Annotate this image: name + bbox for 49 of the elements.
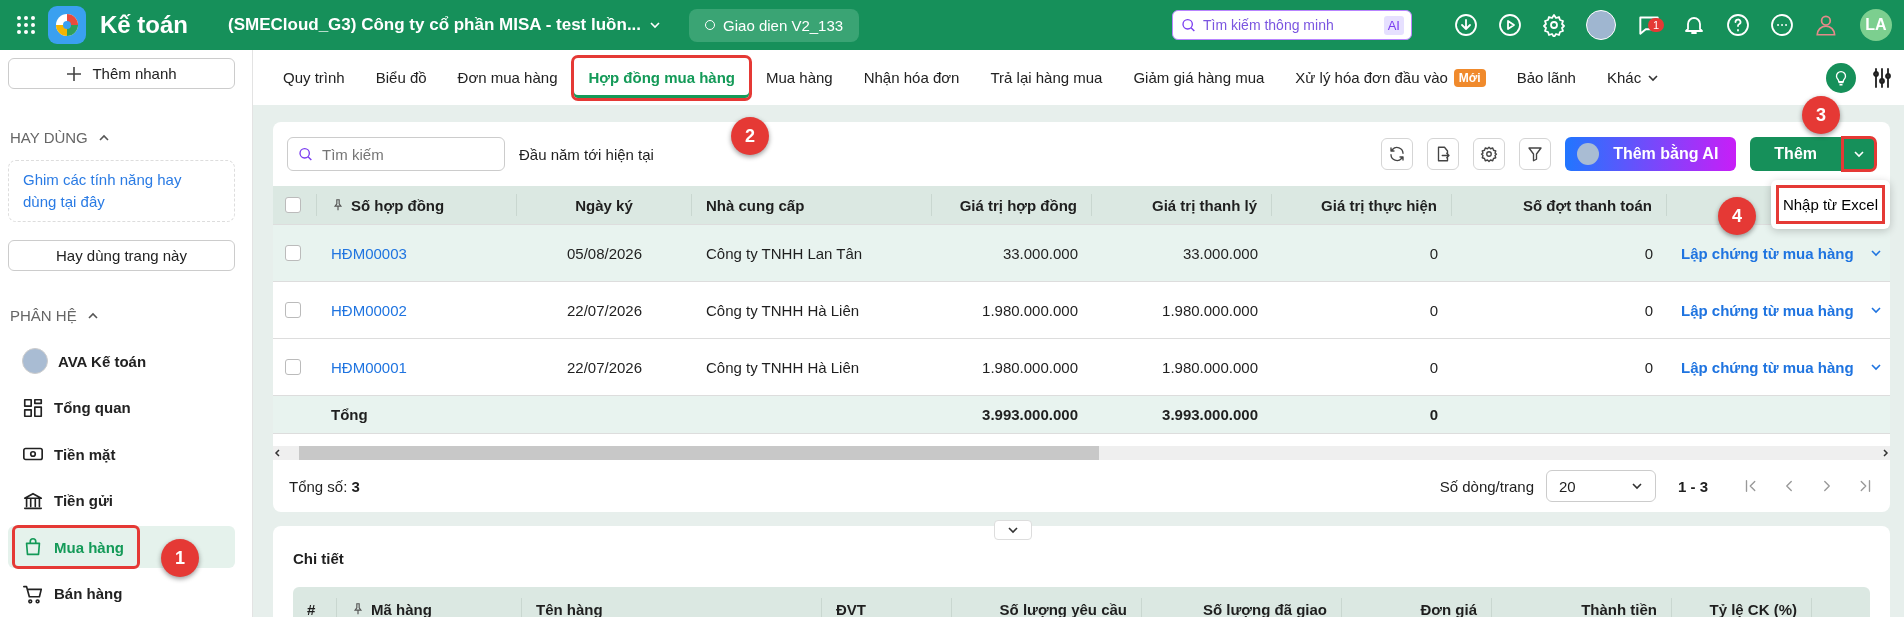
table-cell: Công ty TNHH Hà Liên [706, 358, 860, 376]
column-header: Số lượng đã giao [1142, 598, 1342, 617]
section-title: HAY DÙNG [10, 129, 88, 147]
column-header: Đơn giá [1342, 598, 1492, 617]
table-cell: 0 [1644, 244, 1653, 262]
table-cell: 0 [1644, 358, 1653, 376]
table-cell: 0 [1644, 301, 1653, 319]
new-badge: Mới [1453, 68, 1486, 87]
column-header: # [293, 598, 337, 617]
table-cell: 0 [1429, 301, 1438, 319]
total-cell: 3.993.000.000 [1162, 406, 1258, 423]
page-size-label: Số dòng/trang [1439, 477, 1534, 495]
column-header: Thành tiền [1492, 598, 1672, 617]
table-cell: 22/07/2026 [566, 301, 643, 319]
column-header: Giá trị thanh lý [1092, 194, 1272, 216]
column-header: ĐVT [822, 598, 952, 617]
column-header: Nhà cung cấp [692, 194, 932, 216]
column-header: Giá trị thực hiện [1272, 194, 1452, 216]
column-header: Số đợt thanh toán [1452, 194, 1667, 216]
column-header: Tỷ lệ CK (%) [1672, 598, 1812, 617]
record-count: Tổng số: 3 [289, 477, 360, 495]
column-header: Số hợp đồng [317, 194, 517, 216]
column-header: Ngày ký [517, 194, 692, 216]
table-cell: 0 [1429, 358, 1438, 376]
table-cell: 1.980.000.000 [1162, 301, 1258, 319]
table-cell: 1.980.000.000 [982, 358, 1078, 376]
column-header: Số lượng yêu cầu [952, 598, 1142, 617]
table-cell: Công ty TNHH Hà Liên [706, 301, 860, 319]
column-header: Mã hàng [337, 598, 522, 617]
section-title: PHÂN HỆ [10, 307, 77, 325]
table-cell: 05/08/2026 [566, 244, 643, 262]
table-cell: Công ty TNHH Lan Tân [706, 244, 863, 262]
table-cell: 33.000.000 [1002, 244, 1078, 262]
total-label: Tổng [330, 406, 369, 423]
column-header: Giá trị hợp đồng [932, 194, 1092, 216]
table-cell: 33.000.000 [1182, 244, 1258, 262]
section-title: Chi tiết [293, 550, 345, 567]
table-cell: 22/07/2026 [566, 358, 643, 376]
notification-count: 1 [1648, 18, 1665, 32]
table-cell: 1.980.000.000 [982, 301, 1078, 319]
app-title: Kế toán [100, 11, 188, 39]
column-header: Tên hàng [522, 598, 822, 617]
pin-hint: Ghim các tính năng hay dùng tại đây [8, 160, 235, 223]
table-cell: 0 [1429, 244, 1438, 262]
total-cell: 0 [1429, 406, 1438, 423]
table-cell: 1.980.000.000 [1162, 358, 1258, 376]
page-range: 1 - 3 [1678, 477, 1708, 495]
ai-badge: AI [1383, 16, 1404, 35]
total-cell: 3.993.000.000 [982, 406, 1078, 423]
